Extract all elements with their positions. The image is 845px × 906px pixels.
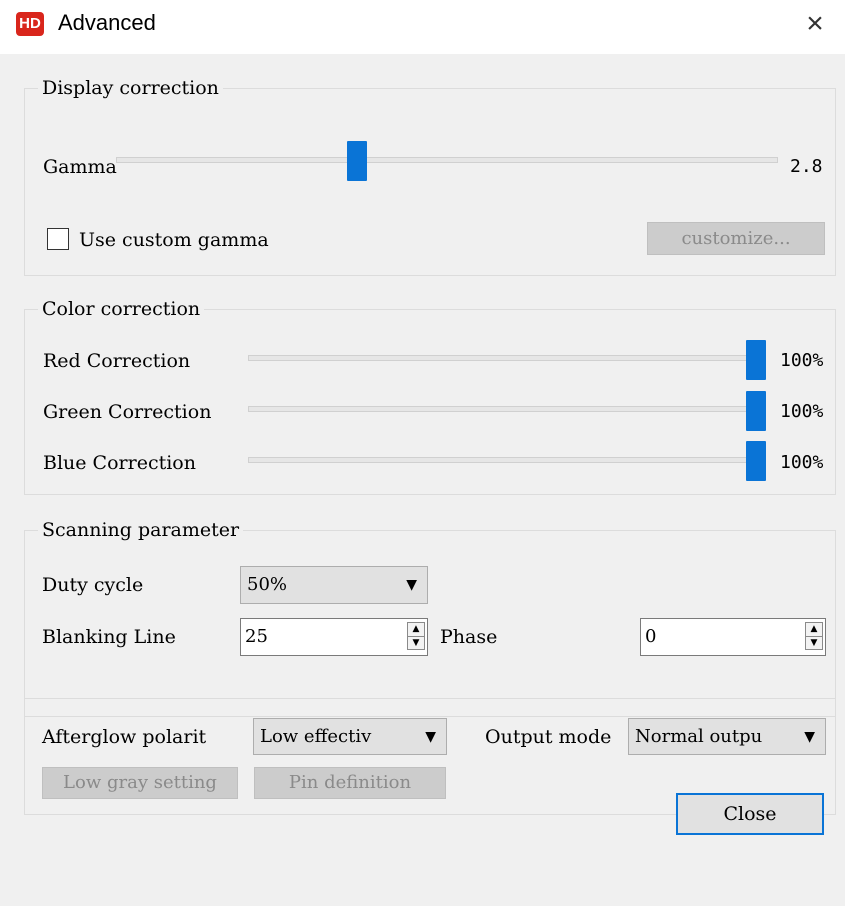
phase-spinbox[interactable]: 0 ▲ ▼ <box>640 618 826 656</box>
color-correction-legend: Color correction <box>38 298 205 320</box>
duty-cycle-label: Duty cycle <box>42 574 144 596</box>
phase-spin-buttons[interactable]: ▲ ▼ <box>805 622 823 650</box>
output-mode-dropdown[interactable]: Normal outpu ▼ <box>628 718 826 755</box>
spin-down-icon[interactable]: ▼ <box>806 636 822 650</box>
gamma-slider-track[interactable] <box>116 157 778 163</box>
dropdown-arrow-icon: ▼ <box>406 577 417 593</box>
phase-value: 0 <box>645 626 657 647</box>
green-correction-slider-thumb[interactable] <box>746 391 766 431</box>
display-correction-legend: Display correction <box>38 77 223 99</box>
gamma-slider-thumb[interactable] <box>347 141 367 181</box>
blanking-line-spinbox[interactable]: 25 ▲ ▼ <box>240 618 428 656</box>
spin-up-icon[interactable]: ▲ <box>806 623 822 636</box>
pin-definition-button: Pin definition <box>254 767 446 799</box>
close-window-icon[interactable]: × <box>797 6 833 42</box>
app-logo-icon: HD <box>16 12 44 36</box>
green-correction-slider-track[interactable] <box>248 406 758 412</box>
red-correction-slider-thumb[interactable] <box>746 340 766 380</box>
dialog-body: Display correction Gamma 2.8 Use custom … <box>0 54 845 906</box>
output-mode-value: Normal outpu <box>635 726 763 747</box>
afterglow-polarity-value: Low effectiv <box>260 726 372 747</box>
duty-cycle-dropdown[interactable]: 50% ▼ <box>240 566 428 604</box>
spin-down-icon[interactable]: ▼ <box>408 636 424 650</box>
window-title: Advanced <box>58 10 156 35</box>
afterglow-polarity-dropdown[interactable]: Low effectiv ▼ <box>253 718 447 755</box>
output-mode-label: Output mode <box>485 726 612 748</box>
blue-correction-slider-track[interactable] <box>248 457 758 463</box>
afterglow-polarity-label: Afterglow polarit <box>42 726 207 748</box>
dropdown-arrow-icon: ▼ <box>804 729 815 745</box>
blue-correction-slider-thumb[interactable] <box>746 441 766 481</box>
blue-correction-label: Blue Correction <box>43 452 196 474</box>
gamma-label: Gamma <box>43 156 117 178</box>
phase-label: Phase <box>440 626 498 648</box>
green-correction-value: 100% <box>780 401 824 422</box>
low-gray-setting-button: Low gray setting <box>42 767 238 799</box>
use-custom-gamma-label[interactable]: Use custom gamma <box>79 228 269 252</box>
blanking-line-label: Blanking Line <box>42 626 176 648</box>
blanking-line-value: 25 <box>245 626 268 647</box>
blanking-line-spin-buttons[interactable]: ▲ ▼ <box>407 622 425 650</box>
spin-up-icon[interactable]: ▲ <box>408 623 424 636</box>
close-button[interactable]: Close <box>676 793 824 835</box>
title-bar: HD Advanced × <box>0 0 845 50</box>
blue-correction-value: 100% <box>780 452 824 473</box>
red-correction-value: 100% <box>780 350 824 371</box>
dropdown-arrow-icon: ▼ <box>425 729 436 745</box>
gamma-value: 2.8 <box>790 156 823 177</box>
customize-button: customize... <box>647 222 825 255</box>
green-correction-label: Green Correction <box>43 401 212 423</box>
use-custom-gamma-checkbox[interactable] <box>47 228 69 250</box>
scanning-parameter-legend: Scanning parameter <box>38 519 244 541</box>
red-correction-label: Red Correction <box>43 350 191 372</box>
red-correction-slider-track[interactable] <box>248 355 758 361</box>
duty-cycle-value: 50% <box>247 574 288 595</box>
